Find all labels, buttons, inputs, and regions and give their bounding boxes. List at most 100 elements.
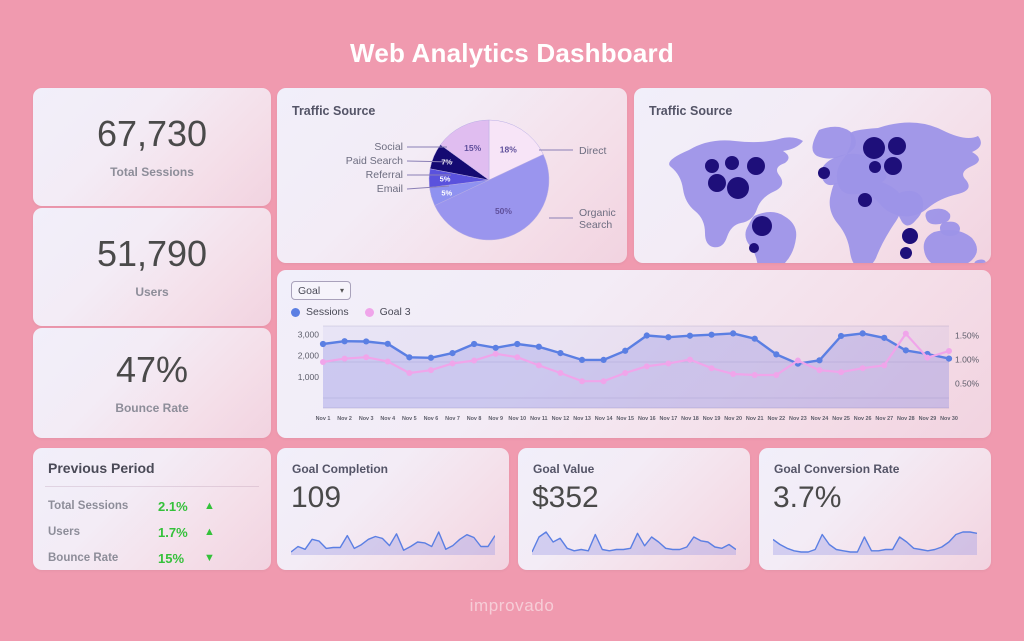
data-point[interactable] — [708, 365, 715, 372]
data-point[interactable] — [665, 334, 672, 341]
data-point[interactable] — [794, 357, 801, 364]
data-point[interactable] — [384, 340, 391, 347]
data-point[interactable] — [730, 330, 737, 337]
data-point[interactable] — [859, 365, 866, 372]
data-point[interactable] — [492, 350, 499, 357]
data-point[interactable] — [406, 370, 413, 377]
map-bubble-marker[interactable] — [863, 137, 885, 159]
data-point[interactable] — [514, 354, 521, 361]
x-axis-tick: Nov 27 — [875, 416, 893, 422]
data-point[interactable] — [471, 357, 478, 364]
kpi-card-users: 51,790 Users — [33, 208, 271, 326]
data-point[interactable] — [902, 347, 909, 354]
card-title: Goal Completion — [292, 462, 388, 476]
data-point[interactable] — [945, 355, 953, 362]
data-point[interactable] — [665, 360, 672, 367]
data-point[interactable] — [600, 378, 607, 385]
data-point[interactable] — [557, 370, 564, 377]
data-point[interactable] — [579, 378, 586, 385]
data-point[interactable] — [816, 357, 823, 364]
data-point[interactable] — [773, 371, 780, 378]
goal-completion-card: Goal Completion 109 — [277, 448, 509, 570]
world-map — [669, 122, 986, 263]
data-point[interactable] — [881, 334, 888, 341]
map-bubble-marker[interactable] — [749, 243, 759, 253]
data-point[interactable] — [773, 351, 780, 358]
data-point[interactable] — [427, 367, 434, 374]
data-point[interactable] — [622, 370, 629, 377]
pie-label: Referral — [366, 169, 403, 181]
y-axis-tick-right: 0.50% — [955, 379, 980, 389]
x-axis-tick: Nov 18 — [681, 416, 699, 422]
data-point[interactable] — [363, 354, 370, 361]
data-point[interactable] — [816, 367, 823, 374]
data-point[interactable] — [557, 350, 564, 357]
x-axis-tick: Nov 30 — [940, 416, 958, 422]
table-row: Bounce Rate 15% ▼ — [48, 545, 256, 570]
data-point[interactable] — [341, 355, 348, 362]
data-point[interactable] — [837, 332, 845, 340]
map-bubble-marker[interactable] — [747, 157, 765, 175]
data-point[interactable] — [514, 340, 521, 348]
data-point[interactable] — [643, 332, 650, 339]
map-bubble-marker[interactable] — [858, 193, 872, 207]
pie-slice-value: 50% — [495, 206, 512, 216]
data-point[interactable] — [341, 338, 348, 345]
data-point[interactable] — [686, 356, 693, 363]
x-axis-tick: Nov 17 — [660, 416, 678, 422]
kpi-card-bounce-rate: 47% Bounce Rate — [33, 328, 271, 438]
x-axis-tick: Nov 29 — [919, 416, 937, 422]
goal-value-card: Goal Value $352 — [518, 448, 750, 570]
data-point[interactable] — [622, 347, 629, 354]
map-landmass — [745, 212, 797, 263]
data-point[interactable] — [751, 335, 758, 342]
data-point[interactable] — [427, 354, 435, 361]
data-point[interactable] — [751, 371, 758, 378]
map-landmass — [923, 230, 977, 263]
data-point[interactable] — [320, 359, 326, 365]
data-point[interactable] — [902, 330, 909, 337]
map-bubble-marker[interactable] — [900, 247, 912, 259]
data-point[interactable] — [384, 358, 391, 365]
data-point[interactable] — [643, 363, 650, 370]
map-bubble-marker[interactable] — [884, 157, 902, 175]
data-point[interactable] — [946, 347, 952, 354]
map-bubble-marker[interactable] — [752, 216, 772, 236]
x-axis-tick: Nov 5 — [402, 416, 417, 422]
data-point[interactable] — [578, 356, 586, 363]
pie-slice-value: 18% — [500, 145, 517, 155]
y-axis-tick-left: 2,000 — [298, 351, 320, 361]
data-point[interactable] — [686, 332, 694, 339]
data-point[interactable] — [730, 371, 737, 377]
page-title: Web Analytics Dashboard — [350, 38, 674, 68]
x-axis-tick: Nov 3 — [359, 416, 374, 422]
data-point[interactable] — [319, 340, 327, 348]
sparkline — [291, 531, 495, 555]
data-point[interactable] — [449, 360, 456, 367]
map-bubble-marker[interactable] — [818, 167, 830, 179]
data-point[interactable] — [535, 362, 542, 369]
data-point[interactable] — [600, 356, 607, 363]
data-point[interactable] — [406, 354, 413, 361]
data-point[interactable] — [859, 330, 866, 337]
data-point[interactable] — [535, 343, 542, 350]
previous-period-rows: Total Sessions 2.1% ▲ Users 1.7% ▲ Bounc… — [48, 493, 256, 570]
map-bubble-marker[interactable] — [725, 156, 739, 170]
data-point[interactable] — [492, 344, 499, 351]
data-point[interactable] — [471, 340, 478, 348]
map-bubble-marker[interactable] — [727, 177, 749, 199]
map-bubble-marker[interactable] — [902, 228, 918, 244]
pie-slice-value: 5% — [440, 175, 451, 184]
x-axis-tick: Nov 28 — [897, 416, 915, 422]
data-point[interactable] — [708, 331, 715, 338]
kpi-value: 47% — [115, 348, 189, 390]
map-bubble-marker[interactable] — [705, 159, 719, 173]
data-point[interactable] — [449, 350, 456, 357]
data-point[interactable] — [838, 369, 845, 376]
map-bubble-marker[interactable] — [869, 161, 881, 173]
data-point[interactable] — [924, 354, 931, 361]
data-point[interactable] — [363, 338, 370, 345]
data-point[interactable] — [881, 362, 888, 369]
map-bubble-marker[interactable] — [708, 174, 726, 192]
map-bubble-marker[interactable] — [888, 137, 906, 155]
